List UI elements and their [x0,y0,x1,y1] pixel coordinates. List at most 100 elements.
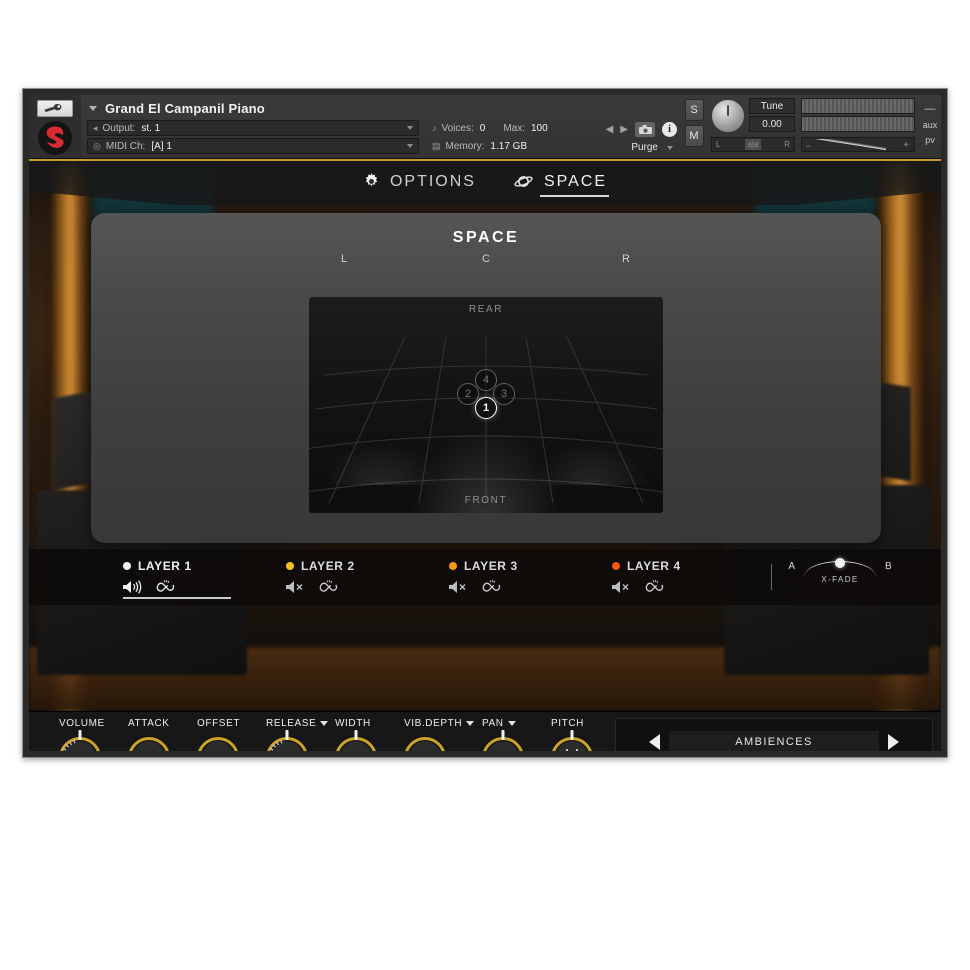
crossfade-handle[interactable] [835,558,845,568]
tune-section: Tune 0.00 L a|a R [707,95,799,158]
volume-slider[interactable]: − + [801,137,915,152]
knob-release-dial[interactable] [266,730,308,751]
knob-release-label: RELEASE [262,718,331,729]
pan-right-label: R [784,140,790,149]
chevron-down-icon[interactable] [507,721,516,726]
mute-button[interactable]: M [684,125,704,147]
wrench-icon[interactable] [37,100,73,117]
output-label: Output: [102,122,136,134]
solo-button[interactable]: S [684,99,704,121]
minimize-icon[interactable]: — [925,103,936,115]
knob-attack[interactable]: ATTACK [124,718,193,751]
layer-marker-1[interactable]: 1 [475,397,497,419]
instrument-title-row[interactable]: Grand El Campanil Piano [83,98,681,118]
chevron-down-icon[interactable] [466,721,475,726]
knob-pitch-dial[interactable] [551,730,593,751]
volume-wedge-icon [816,139,886,150]
crossfade-a-label: A [788,560,795,572]
soundiron-s-logo [38,121,72,155]
knob-offset[interactable]: OFFSET [193,718,262,751]
axis-label-left: L [341,253,349,265]
tab-options[interactable]: OPTIONS [363,173,476,194]
output-selector[interactable]: ◂ Output: st. 1 [87,120,419,136]
knob-vib-depth[interactable]: VIB.DEPTH [400,718,478,751]
loop-icon[interactable] [318,580,339,594]
knob-release-text: RELEASE [266,718,317,729]
layer-cell-3[interactable]: LAYER 3 [431,549,594,605]
crossfade-control[interactable]: A B X-FADE [785,558,895,584]
layer-2-color-dot [286,562,294,570]
instrument-title: Grand El Campanil Piano [105,100,265,116]
chevron-down-icon[interactable] [407,126,413,130]
layer-3-header: LAYER 3 [449,549,594,573]
next-arrow-icon[interactable]: ▶ [620,124,628,135]
knob-release-pointer [285,730,289,740]
window-controls-column: close-icon — aux pv [919,95,941,158]
knob-width-dial[interactable] [335,730,377,751]
right-arrow-icon[interactable] [888,733,899,750]
midi-value: [A] 1 [151,140,172,152]
speaker-muted-icon[interactable] [612,580,632,594]
ambience-category-value[interactable]: AMBIENCES [669,731,879,751]
chevron-down-icon[interactable] [407,144,413,148]
speaker-on-icon[interactable] [123,580,143,594]
chevron-down-icon[interactable] [667,145,673,150]
tune-knob[interactable] [711,99,745,133]
crossfade-slider[interactable] [804,558,876,573]
volume-minus-label[interactable]: − [806,141,811,151]
layer-cell-4[interactable]: LAYER 4 [594,549,757,605]
prev-arrow-icon[interactable]: ◀ [606,124,614,135]
layer-cell-1[interactable]: LAYER 1 [105,549,268,605]
knob-volume[interactable]: VOLUME [55,718,124,751]
knob-pan-dial[interactable]: L R [482,730,524,751]
layer-marker-3[interactable]: 3 [493,383,515,405]
chevron-down-icon[interactable] [320,721,329,726]
instrument-header: Grand El Campanil Piano ◂ Output: st. 1 … [29,95,941,168]
knob-width[interactable]: WIDTH [331,718,400,751]
volume-plus-label[interactable]: + [903,140,909,151]
camera-icon[interactable] [635,122,655,137]
layer-3-label: LAYER 3 [464,559,518,573]
memory-label: Memory: [445,140,485,152]
axis-label-right: R [622,253,631,265]
layer-cell-2[interactable]: LAYER 2 [268,549,431,605]
knob-release[interactable]: RELEASE [262,718,331,751]
knob-pan[interactable]: PAN L R [478,718,547,751]
layer-2-header: LAYER 2 [286,549,431,573]
pan-slider[interactable]: L a|a R [711,137,795,152]
grid-rear-label: REAR [468,304,504,315]
knob-attack-dial[interactable] [128,737,170,751]
midi-channel-selector[interactable]: ◎ MIDI Ch: [A] 1 [87,138,419,154]
knob-vib-depth-dial[interactable] [404,737,446,751]
layer-4-icons [612,580,757,594]
speaker-muted-icon[interactable] [286,580,306,594]
pv-label[interactable]: pv [925,135,935,145]
aux-label[interactable]: aux [923,120,938,130]
speaker-muted-icon[interactable] [449,580,469,594]
axis-label-center: C [482,253,491,265]
space-position-grid[interactable]: REAR FRONT 4 2 3 1 [309,297,663,513]
loop-icon[interactable] [481,580,502,594]
loop-icon[interactable] [644,580,665,594]
knob-volume-dial[interactable] [59,730,101,751]
voices-value: 0 [479,122,486,134]
release-ramp-icon [269,740,305,751]
loop-icon[interactable] [155,580,176,594]
space-axis-labels: L C R [91,253,881,271]
layer-strip-divider [771,564,772,590]
layer-2-label: LAYER 2 [301,559,355,573]
knob-offset-dial[interactable] [197,737,239,751]
tune-value[interactable]: 0.00 [749,116,795,132]
space-panel: SPACE L C R REAR FRONT 4 2 3 1 [91,213,881,543]
tab-space[interactable]: SPACE [514,173,610,197]
purge-menu[interactable]: Purge [631,142,673,153]
max-value: 100 [530,122,548,134]
left-arrow-icon[interactable] [649,733,660,750]
info-icon[interactable]: i [662,122,677,137]
window-inner: Grand El Campanil Piano ◂ Output: st. 1 … [29,95,941,751]
pan-lr-icon: L R [485,740,521,751]
midi-label: MIDI Ch: [105,140,146,152]
output-icon: ◂ [93,122,98,133]
chevron-down-icon[interactable] [89,105,97,111]
knob-pitch-pointer [570,730,574,740]
